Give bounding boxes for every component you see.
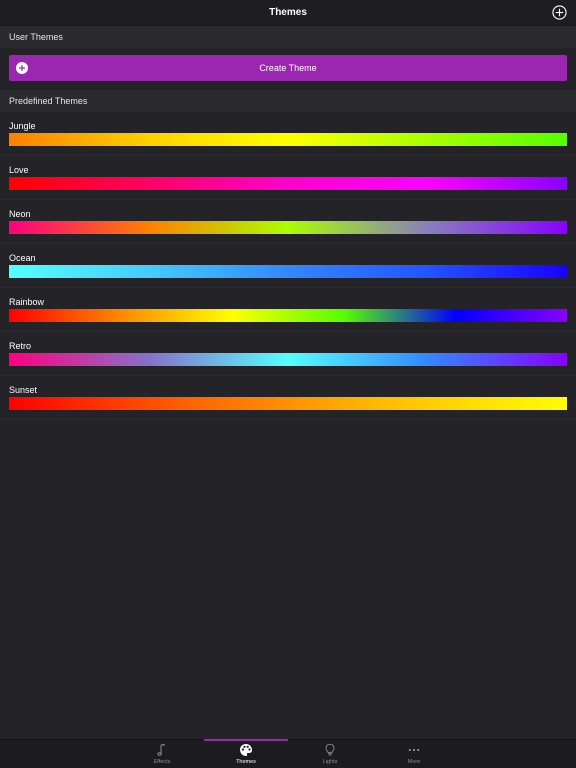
theme-row-love[interactable]: Love — [0, 156, 576, 200]
theme-row-sunset[interactable]: Sunset — [0, 376, 576, 420]
theme-row-neon[interactable]: Neon — [0, 200, 576, 244]
theme-gradient-bar — [9, 177, 567, 190]
theme-gradient-bar — [9, 353, 567, 366]
music-note-icon — [155, 743, 169, 757]
user-themes-title: User Themes — [9, 32, 63, 42]
lightbulb-icon — [323, 743, 337, 757]
tab-more[interactable]: More — [372, 740, 456, 768]
theme-name: Jungle — [9, 121, 36, 131]
tab-label: Themes — [236, 759, 256, 765]
palette-icon — [239, 743, 253, 757]
tab-effects[interactable]: Effects — [120, 740, 204, 768]
tab-label: Lights — [322, 759, 338, 765]
theme-name: Ocean — [9, 253, 36, 263]
tab-bar: Effects Themes Lights More — [0, 739, 576, 768]
tab-lights[interactable]: Lights — [288, 740, 372, 768]
theme-list: Jungle Love Neon Ocean Rainbow Retro Sunset — [0, 112, 576, 420]
active-tab-indicator — [204, 739, 288, 741]
create-theme-label: Create Theme — [259, 63, 317, 73]
theme-row-retro[interactable]: Retro — [0, 332, 576, 376]
theme-gradient-bar — [9, 265, 567, 278]
page-title: Themes — [269, 7, 307, 18]
theme-gradient-bar — [9, 133, 567, 146]
create-theme-button[interactable]: Create Theme — [9, 55, 567, 81]
predefined-themes-title: Predefined Themes — [9, 96, 88, 106]
theme-name: Sunset — [9, 385, 38, 395]
theme-name: Neon — [9, 209, 31, 219]
tab-themes[interactable]: Themes — [204, 739, 288, 768]
theme-gradient-bar — [9, 221, 567, 234]
user-themes-area: Create Theme — [0, 48, 576, 90]
theme-gradient-bar — [9, 309, 567, 322]
theme-name: Retro — [9, 341, 32, 351]
tab-label: More — [407, 759, 421, 765]
theme-name: Rainbow — [9, 297, 45, 307]
nav-bar: Themes — [0, 0, 576, 26]
theme-row-rainbow[interactable]: Rainbow — [0, 288, 576, 332]
theme-name: Love — [9, 165, 29, 175]
user-themes-header: User Themes — [0, 26, 576, 48]
tab-label: Effects — [153, 759, 171, 765]
app-window: Themes User Themes Create Theme Predefin… — [0, 0, 576, 768]
theme-row-jungle[interactable]: Jungle — [0, 112, 576, 156]
theme-row-ocean[interactable]: Ocean — [0, 244, 576, 288]
predefined-themes-header: Predefined Themes — [0, 90, 576, 112]
plus-circle-icon[interactable] — [552, 5, 567, 20]
more-dots-icon — [407, 743, 421, 757]
theme-gradient-bar — [9, 397, 567, 410]
